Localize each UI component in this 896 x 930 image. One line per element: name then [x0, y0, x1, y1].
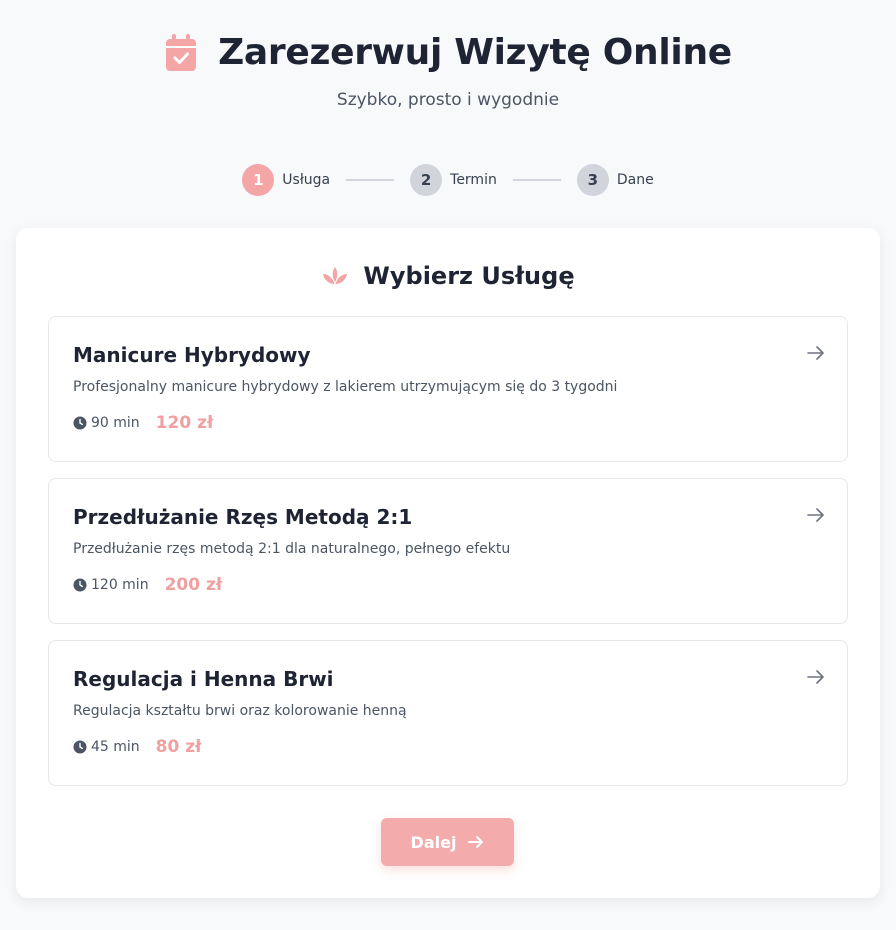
- step-details[interactable]: 3 Dane: [576, 164, 654, 196]
- step-connector: [512, 179, 561, 181]
- step-number: 2: [410, 164, 443, 196]
- service-price: 80 zł: [155, 737, 202, 757]
- step-date[interactable]: 2 Termin: [410, 164, 497, 196]
- progress-stepper: 1 Usługa 2 Termin 3 Dane: [0, 164, 896, 196]
- step-number: 3: [576, 164, 609, 196]
- next-button-label: Dalej: [410, 832, 457, 852]
- step-service[interactable]: 1 Usługa: [242, 164, 330, 196]
- service-option[interactable]: Przedłużanie Rzęs Metodą 2:1 Przedłużani…: [48, 478, 848, 624]
- arrow-right-icon: [468, 836, 484, 848]
- arrow-right-icon: [807, 508, 824, 522]
- service-description: Regulacja kształtu brwi oraz kolorowanie…: [73, 703, 407, 719]
- step-label: Termin: [450, 172, 497, 188]
- step-label: Dane: [616, 172, 654, 188]
- service-meta: 120 min 200 zł: [73, 575, 222, 595]
- title-row: Zarezerwuj Wizytę Online: [0, 30, 896, 76]
- step-label: Usługa: [282, 172, 331, 188]
- service-selection-card: Wybierz Usługę Manicure Hybrydowy Profes…: [16, 228, 880, 898]
- clock-icon: [73, 578, 87, 592]
- service-description: Profesjonalny manicure hybrydowy z lakie…: [73, 379, 618, 395]
- service-option[interactable]: Regulacja i Henna Brwi Regulacja kształt…: [48, 640, 848, 786]
- service-duration: 45 min: [91, 739, 140, 755]
- service-duration: 90 min: [91, 415, 140, 431]
- lotus-icon: [323, 267, 348, 284]
- arrow-right-icon: [807, 670, 824, 684]
- page-subtitle: Szybko, prosto i wygodnie: [336, 90, 560, 110]
- calendar-check-icon: [166, 34, 197, 71]
- service-name: Przedłużanie Rzęs Metodą 2:1: [73, 505, 413, 529]
- service-description: Przedłużanie rzęs metodą 2:1 dla natural…: [73, 541, 511, 557]
- service-name: Manicure Hybrydowy: [73, 343, 311, 367]
- service-meta: 45 min 80 zł: [73, 737, 201, 757]
- arrow-right-icon: [807, 346, 824, 360]
- service-meta: 90 min 120 zł: [73, 413, 213, 433]
- service-option[interactable]: Manicure Hybrydowy Profesjonalny manicur…: [48, 316, 848, 462]
- page-title: Zarezerwuj Wizytę Online: [218, 32, 732, 73]
- service-name: Regulacja i Henna Brwi: [73, 667, 334, 691]
- clock-icon: [73, 416, 87, 430]
- step-number: 1: [242, 164, 275, 196]
- service-duration: 120 min: [91, 577, 149, 593]
- step-connector: [346, 179, 395, 181]
- card-title: Wybierz Usługę: [363, 262, 575, 290]
- clock-icon: [73, 740, 87, 754]
- service-price: 200 zł: [164, 575, 223, 595]
- next-button[interactable]: Dalej: [381, 818, 514, 866]
- card-title-row: Wybierz Usługę: [16, 262, 880, 290]
- service-price: 120 zł: [155, 413, 214, 433]
